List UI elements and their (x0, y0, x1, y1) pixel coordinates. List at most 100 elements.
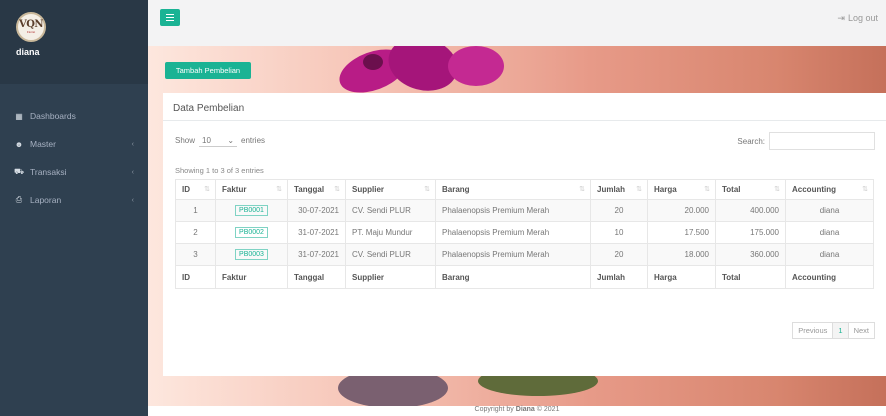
cell-barang: Phalaenopsis Premium Merah (435, 199, 591, 222)
logout-link[interactable]: ⇥ Log out (837, 13, 878, 24)
search-label: Search: (737, 136, 765, 146)
show-label: Show (175, 136, 196, 145)
footer-id: ID (175, 265, 216, 289)
sidebar-item-label: Dashboards (30, 111, 76, 121)
username[interactable]: diana (16, 47, 148, 57)
cell-jumlah: 10 (590, 221, 648, 244)
logo-text: VQN (18, 19, 44, 30)
sidebar-item-laporan[interactable]: ⎙ Laporan ‹ (0, 186, 148, 214)
entries-select[interactable]: 10 ⌄ (199, 134, 238, 147)
table-row: 1 PB0001 30-07-2021 CV. Sendi PLUR Phala… (175, 199, 874, 222)
cell-supplier: PT. Maju Mundur (345, 221, 436, 244)
footer-total: Total (715, 265, 786, 289)
profile-block: VQN Florist diana (0, 0, 148, 84)
cell-id: 2 (175, 221, 216, 244)
length-control: Show 10 ⌄ entries (175, 134, 265, 147)
page-footer: Copyright by Diana © 2021 (148, 406, 886, 416)
sort-icon: ⇅ (774, 186, 780, 193)
cell-total: 400.000 (715, 199, 786, 222)
cell-id: 1 (175, 199, 216, 222)
logo-subtext: Florist (26, 30, 36, 34)
next-page-button[interactable]: Next (847, 322, 875, 339)
cell-accounting: diana (785, 199, 874, 222)
faktur-link[interactable]: PB0002 (235, 227, 268, 238)
column-header-tanggal[interactable]: Tanggal ⇅ (287, 179, 346, 200)
grid-icon: ▦ (15, 111, 23, 121)
cell-faktur: PB0003 (215, 243, 288, 266)
sidebar-nav: ▦ Dashboards ☻ Master ‹ ⛟ Transaksi ‹ ⎙ … (0, 102, 148, 214)
sidebar-item-label: Transaksi (30, 167, 67, 177)
top-navbar: ⇥ Log out (148, 0, 886, 46)
footer-harga: Harga (647, 265, 716, 289)
cell-harga: 20.000 (647, 199, 716, 222)
cell-faktur: PB0001 (215, 199, 288, 222)
sidebar-item-label: Master (30, 139, 56, 149)
sidebar-item-label: Laporan (30, 195, 62, 205)
column-header-faktur[interactable]: Faktur ⇅ (215, 179, 288, 200)
sidebar-item-master[interactable]: ☻ Master ‹ (0, 130, 148, 158)
cell-total: 360.000 (715, 243, 786, 266)
cell-id: 3 (175, 243, 216, 266)
menu-toggle-button[interactable] (160, 9, 180, 26)
cell-barang: Phalaenopsis Premium Merah (435, 221, 591, 244)
sort-icon: ⇅ (862, 186, 868, 193)
column-header-total[interactable]: Total ⇅ (715, 179, 786, 200)
cart-icon: ⛟ (14, 167, 25, 176)
table-row: 2 PB0002 31-07-2021 PT. Maju Mundur Phal… (175, 221, 874, 244)
table-info: Showing 1 to 3 of 3 entries (175, 166, 264, 175)
cell-accounting: diana (785, 221, 874, 244)
chevron-left-icon: ‹ (131, 196, 134, 204)
cell-barang: Phalaenopsis Premium Merah (435, 243, 591, 266)
faktur-link[interactable]: PB0003 (235, 249, 268, 260)
footer-accounting: Accounting (785, 265, 874, 289)
cell-accounting: diana (785, 243, 874, 266)
cell-supplier: CV. Sendi PLUR (345, 243, 436, 266)
table-footer-row: ID Faktur Tanggal Supplier Barang Jumlah… (175, 265, 874, 289)
cell-harga: 18.000 (647, 243, 716, 266)
sidebar-item-dashboards[interactable]: ▦ Dashboards (0, 102, 148, 130)
users-icon: ☻ (14, 139, 24, 149)
card-title: Data Pembelian (163, 93, 886, 121)
column-header-jumlah[interactable]: Jumlah ⇅ (590, 179, 648, 200)
column-header-id[interactable]: ID ⇅ (175, 179, 216, 200)
entries-value: 10 (202, 135, 211, 145)
brand-logo[interactable]: VQN Florist (16, 12, 46, 42)
sort-icon: ⇅ (424, 186, 430, 193)
cell-tanggal: 31-07-2021 (287, 221, 346, 244)
faktur-link[interactable]: PB0001 (235, 205, 268, 216)
page-1-button[interactable]: 1 (832, 322, 849, 339)
sidebar: VQN Florist diana ▦ Dashboards ☻ Master … (0, 0, 148, 416)
cell-jumlah: 20 (590, 199, 648, 222)
cell-total: 175.000 (715, 221, 786, 244)
pagination: Previous 1 Next (792, 322, 875, 339)
footer-faktur: Faktur (215, 265, 288, 289)
column-header-barang[interactable]: Barang ⇅ (435, 179, 591, 200)
chevron-left-icon: ‹ (131, 140, 134, 148)
footer-suffix: © 2021 (536, 406, 560, 413)
column-header-harga[interactable]: Harga ⇅ (647, 179, 716, 200)
entries-label: entries (241, 136, 266, 145)
print-icon: ⎙ (15, 195, 23, 204)
previous-page-button[interactable]: Previous (792, 322, 834, 339)
chevron-left-icon: ‹ (131, 168, 134, 176)
cell-harga: 17.500 (647, 221, 716, 244)
add-purchase-button[interactable]: Tambah Pembelian (165, 62, 251, 79)
search-input[interactable] (769, 132, 875, 150)
footer-prefix: Copyright by (474, 406, 514, 413)
logout-label: Log out (847, 13, 878, 23)
cell-tanggal: 30-07-2021 (287, 199, 346, 222)
sort-icon: ⇅ (579, 186, 585, 193)
hamburger-icon (166, 13, 174, 16)
column-header-accounting[interactable]: Accounting ⇅ (785, 179, 874, 200)
footer-author: Diana (515, 406, 535, 413)
footer-barang: Barang (435, 265, 591, 289)
orchid-petal (448, 46, 504, 86)
sidebar-item-transaksi[interactable]: ⛟ Transaksi ‹ (0, 158, 148, 186)
footer-jumlah: Jumlah (590, 265, 648, 289)
column-header-supplier[interactable]: Supplier ⇅ (345, 179, 436, 200)
sort-icon: ⇅ (204, 186, 210, 193)
table-row: 3 PB0003 31-07-2021 CV. Sendi PLUR Phala… (175, 243, 874, 266)
cell-tanggal: 31-07-2021 (287, 243, 346, 266)
table-controls: Show 10 ⌄ entries Search: (163, 121, 886, 151)
chevron-down-icon: ⌄ (227, 135, 235, 145)
